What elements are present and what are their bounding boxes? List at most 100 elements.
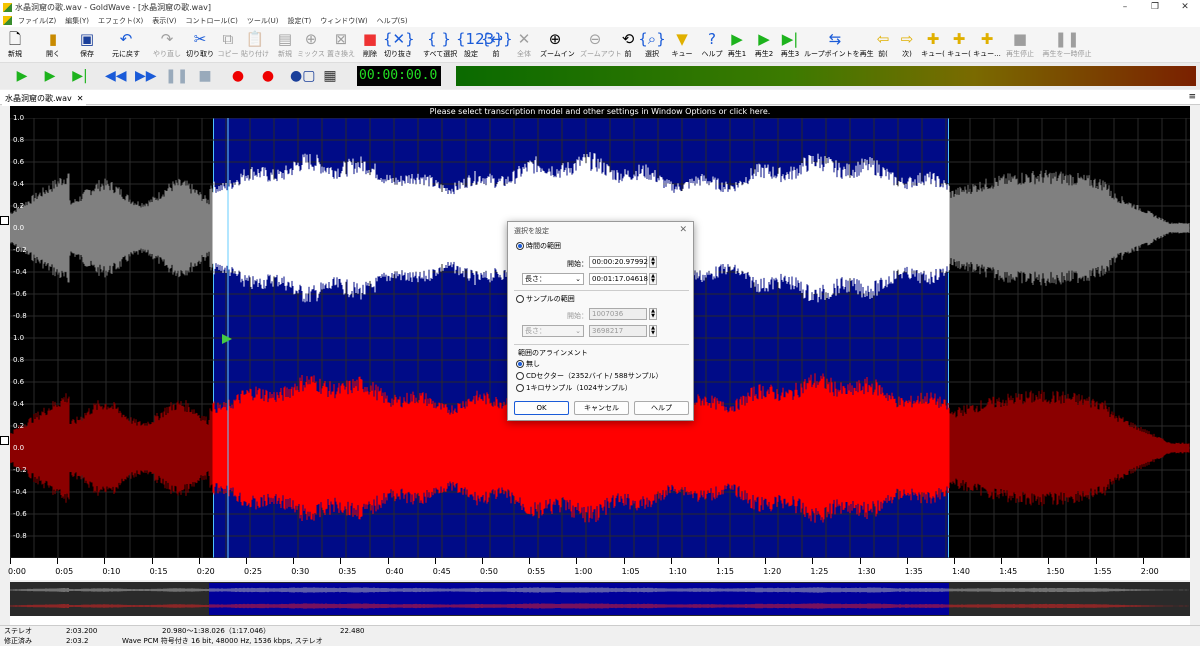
timeline-tick: [57, 558, 59, 564]
all-button[interactable]: ✕ 全体: [509, 29, 539, 59]
time-range-radio[interactable]: 時間の範囲: [516, 241, 561, 251]
trim-icon: {✕}: [383, 30, 415, 48]
redo-button[interactable]: ↷ やり直し: [152, 29, 182, 59]
restore-button[interactable]: ❐: [1140, 0, 1170, 14]
pause-play-button[interactable]: ❚❚ 再生を一時停止: [1041, 29, 1093, 59]
play1-button[interactable]: ▶ 再生1: [722, 29, 752, 59]
timeline-label: 1:30: [857, 567, 876, 576]
sample-length-select[interactable]: 長さ： ⌄: [522, 325, 584, 337]
length-time-field[interactable]: 00:01:17.04618: [589, 273, 648, 285]
timeline-label: 0:00: [8, 567, 26, 576]
y-axis-tick-label: -0.2: [13, 246, 27, 254]
sample-length-spinner[interactable]: ▲ ▼: [649, 325, 657, 337]
undo-button[interactable]: ↶ 元に戻す: [108, 29, 144, 59]
cue-add3-button[interactable]: ✚ キュー...: [972, 29, 1002, 59]
control-play-selection-icon[interactable]: ▶: [40, 66, 60, 86]
new-button[interactable]: 🗋 新規: [0, 29, 30, 59]
control-properties-icon[interactable]: ●▢: [290, 66, 315, 86]
status-length: 2:03.200: [66, 627, 98, 635]
status-mode[interactable]: ステレオ: [4, 626, 32, 636]
timeline-tick: [1001, 558, 1003, 564]
zoom-select-button[interactable]: {⌕} 選択: [637, 29, 667, 59]
length-select[interactable]: 長さ： ⌄: [522, 273, 584, 285]
menu-tools[interactable]: ツール(U): [247, 16, 279, 26]
status-format: Wave PCM 符号付き 16 bit, 48000 Hz, 1536 kbp…: [122, 637, 323, 645]
timeline-tick: [1048, 558, 1050, 564]
sample-start-spinner[interactable]: ▲ ▼: [649, 308, 657, 320]
menu-view[interactable]: 表示(V): [152, 16, 176, 26]
play-to-end-icon: ▶|: [781, 30, 799, 48]
delete-button[interactable]: ■ 削除: [355, 29, 385, 59]
overview-bar[interactable]: [10, 582, 1190, 616]
record-icon[interactable]: ●: [228, 66, 248, 86]
timeline-ruler[interactable]: 0:00 0:05 0:10 0:15 0:20 0:25 0:30 0:35 0:40 0:45…: [8, 558, 1190, 580]
mix-button[interactable]: ⊕ ミックス: [296, 29, 326, 59]
menu-file[interactable]: ファイル(Z): [18, 16, 56, 26]
length-spinner[interactable]: ▲ ▼: [649, 273, 657, 285]
pause-icon: ❚❚: [1054, 30, 1080, 48]
control-play-end-icon[interactable]: ▶|: [70, 66, 90, 86]
zoom-in-button[interactable]: ⊕ ズームイン: [540, 29, 575, 59]
control-play-icon[interactable]: ▶: [12, 66, 32, 86]
divider: [514, 344, 689, 345]
menu-control[interactable]: コントロール(C): [186, 16, 238, 26]
right-channel-checkbox[interactable]: [0, 436, 9, 445]
save-button[interactable]: ▣ 保存: [72, 29, 102, 59]
select-all-button[interactable]: { } すべて選択: [423, 29, 457, 59]
stop-icon[interactable]: ■: [195, 66, 215, 86]
overview-right-waveform: [10, 603, 1189, 609]
device-controls-icon[interactable]: ▦: [320, 66, 340, 86]
dialog-close-icon[interactable]: ✕: [679, 225, 687, 235]
y-axis-tick-label: -0.6: [13, 510, 27, 518]
ok-button[interactable]: OK: [514, 401, 569, 415]
cue-add2-button[interactable]: ✚ キュー(: [944, 29, 974, 59]
timeline-label: 1:05: [621, 567, 640, 576]
play3-button[interactable]: ▶| 再生3: [775, 29, 805, 59]
menu-effect[interactable]: エフェクト(X): [98, 16, 143, 26]
sample-start-label: 開始：: [567, 312, 588, 320]
trim-button[interactable]: {✕} 切り抜き: [383, 29, 415, 59]
menu-help[interactable]: ヘルプ(S): [377, 16, 408, 26]
rewind-icon[interactable]: ◀◀: [105, 66, 127, 86]
loop-play-button[interactable]: ⇆ ループポイントを再生: [804, 29, 874, 59]
zoom-out-button[interactable]: ⊖ ズームアウト: [580, 29, 622, 59]
sample-range-radio[interactable]: サンプルの範囲: [516, 294, 575, 304]
sample-start-field[interactable]: 1007036: [589, 308, 647, 320]
timeline-label: 0:30: [291, 567, 310, 576]
help-dialog-button[interactable]: ヘルプ: [634, 401, 689, 415]
start-time-field[interactable]: 00:00:20.97992: [589, 256, 648, 268]
replace-button[interactable]: ⊠ 置き換え: [326, 29, 356, 59]
left-channel-checkbox[interactable]: [0, 216, 9, 225]
menu-window[interactable]: ウィンドウ(W): [320, 16, 367, 26]
status-position: 22.480: [340, 627, 365, 635]
pause-icon[interactable]: ❚❚: [165, 66, 188, 86]
menu-bar: ファイル(Z) 編集(Y) エフェクト(X) 表示(V) コントロール(C) ツ…: [0, 14, 1200, 27]
sample-length-field[interactable]: 3698217: [589, 325, 647, 337]
menu-settings[interactable]: 設定(T): [288, 16, 312, 26]
stop-icon: ■: [1012, 30, 1028, 48]
stop-play-button[interactable]: ■ 再生停止: [1003, 29, 1037, 59]
cancel-button[interactable]: キャンセル: [574, 401, 629, 415]
tab-menu-icon[interactable]: ≡: [1188, 92, 1196, 102]
open-button[interactable]: ▮ 開く: [38, 29, 68, 59]
cue-button[interactable]: ▼ キュー: [667, 29, 697, 59]
previous-button[interactable]: {↩} 前: [481, 29, 513, 59]
align-none-radio[interactable]: 無し: [516, 359, 540, 369]
new-file-icon: 🗋: [8, 30, 22, 48]
align-cd-radio[interactable]: CDセクター（2352バイト/ 588サンプル）: [516, 371, 663, 381]
fast-forward-icon[interactable]: ▶▶: [135, 66, 157, 86]
cut-button[interactable]: ✂ 切り取り: [185, 29, 215, 59]
tab-close-icon[interactable]: ✕: [77, 94, 84, 103]
y-axis-tick-label: 0.2: [13, 202, 25, 210]
start-spinner[interactable]: ▲ ▼: [649, 256, 657, 268]
info-line[interactable]: Please select transcription model and ot…: [10, 106, 1190, 118]
record-selection-icon[interactable]: ●: [258, 66, 278, 86]
copy-button[interactable]: ⧉ コピー: [213, 29, 243, 59]
document-tab[interactable]: 水晶洞窟の歌.wav ✕: [2, 91, 87, 106]
align-1k-radio[interactable]: 1キロサンプル（1024サンプル）: [516, 383, 632, 393]
close-window-button[interactable]: ✕: [1170, 0, 1200, 14]
set-selection-dialog: 選択を設定 ✕ 時間の範囲 開始： 00:00:20.97992 ▲ ▼ 長さ： ⌄…: [507, 221, 694, 421]
minimize-button[interactable]: –: [1110, 0, 1140, 14]
menu-edit[interactable]: 編集(Y): [65, 16, 89, 26]
paste-button[interactable]: 📋 貼り付け: [240, 29, 270, 59]
